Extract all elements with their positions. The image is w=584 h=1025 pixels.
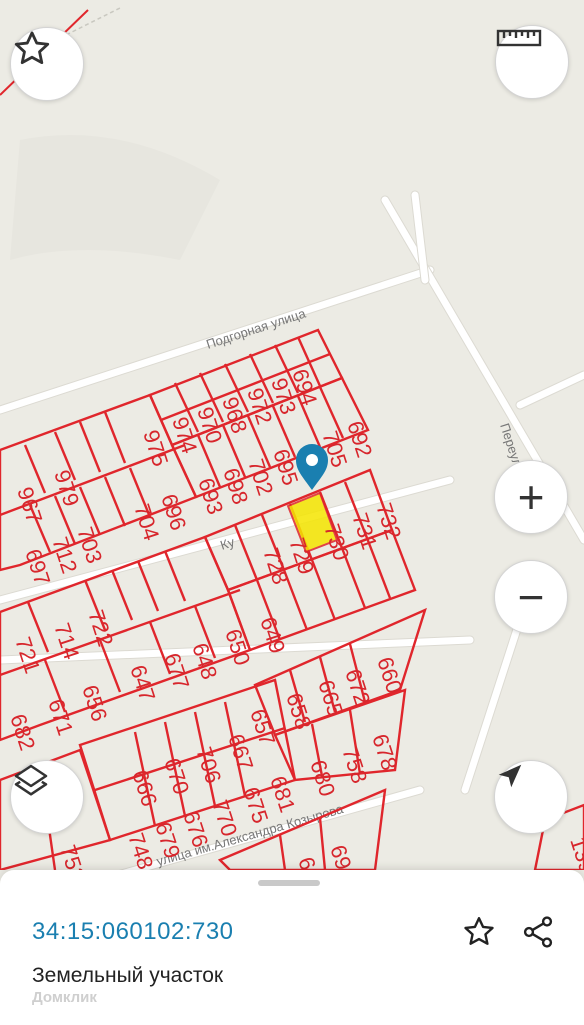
favorite-sheet-button[interactable] [459, 912, 499, 952]
ruler-icon [496, 29, 542, 47]
star-icon [14, 31, 50, 65]
map-canvas[interactable]: Подгорная улица Ку улица им.Александра К… [0, 0, 584, 870]
favorite-button[interactable] [10, 27, 84, 101]
cadastral-number[interactable]: 34:15:060102:730 [32, 918, 234, 946]
plus-icon: + [517, 471, 545, 523]
navigation-arrow-icon [498, 764, 522, 788]
map-view[interactable]: Подгорная улица Ку улица им.Александра К… [0, 0, 584, 870]
locate-button[interactable] [494, 760, 568, 834]
watermark-logo: Домклик [32, 989, 97, 1006]
layers-button[interactable] [10, 760, 84, 834]
star-icon [464, 917, 494, 945]
share-icon [523, 916, 553, 948]
zoom-in-button[interactable]: + [494, 460, 568, 534]
ruler-button[interactable] [495, 25, 569, 99]
minus-icon: − [517, 571, 545, 623]
layers-icon [14, 764, 48, 796]
property-bottom-sheet[interactable]: 34:15:060102:730 Земельный участок Домкл… [0, 870, 584, 1025]
sheet-drag-handle[interactable] [258, 880, 320, 886]
zoom-out-button[interactable]: − [494, 560, 568, 634]
property-type: Земельный участок [32, 964, 224, 987]
share-button[interactable] [518, 912, 558, 952]
